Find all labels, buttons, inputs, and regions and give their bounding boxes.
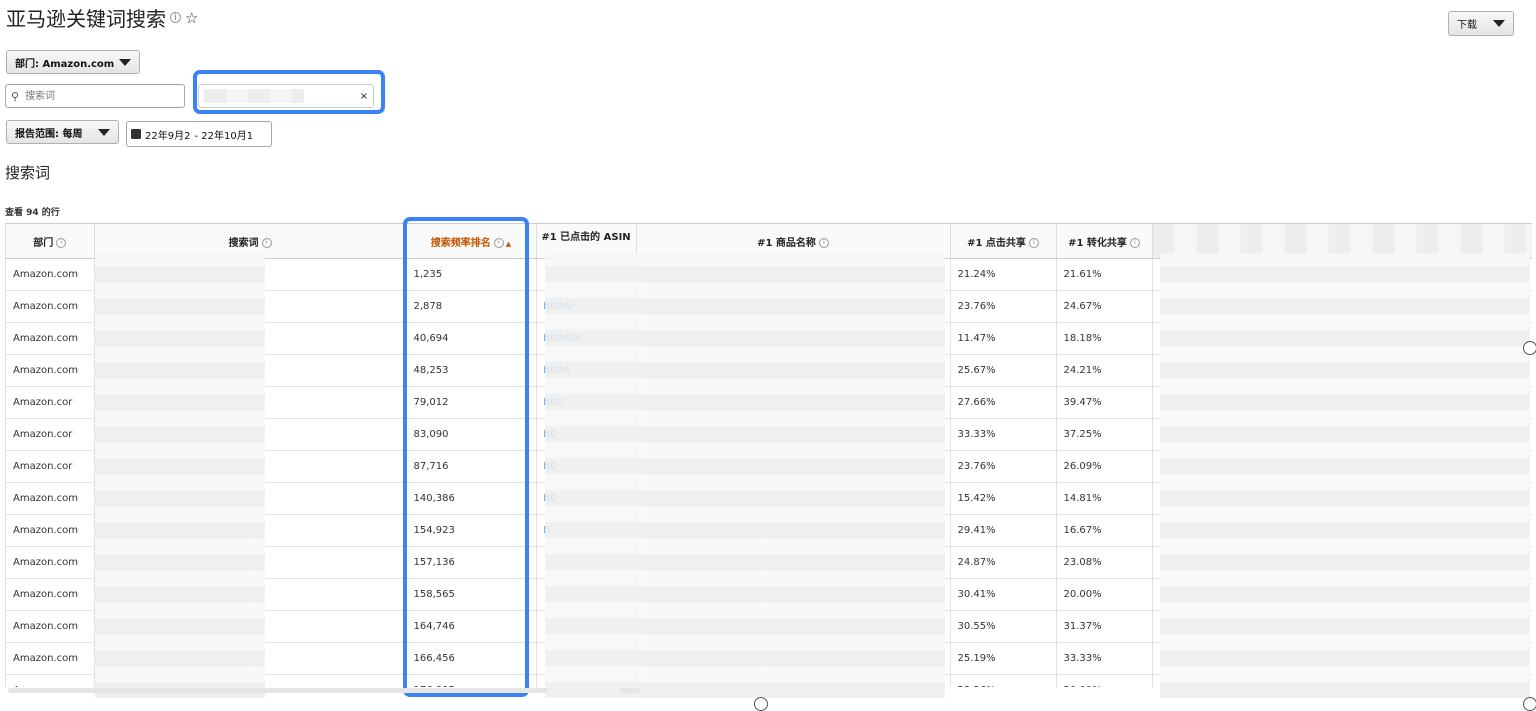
department-cell: Amazon.cor: [6, 386, 95, 419]
department-cell: Amazon.com: [6, 514, 95, 547]
click-share-cell: 23.76%: [950, 290, 1057, 323]
department-cell: Amazon.com: [6, 578, 95, 611]
click-share-cell: 24.87%: [950, 546, 1057, 579]
department-cell: Amazon.com: [6, 258, 95, 291]
keyword-input[interactable]: ×: [198, 84, 374, 108]
date-to: - 22年10月1: [194, 130, 254, 142]
info-icon: i: [818, 237, 829, 248]
scrollbar-segment[interactable]: [620, 688, 640, 693]
section-title: 搜索词: [5, 164, 51, 182]
redacted-product-names: [645, 253, 945, 698]
click-share-cell: 33.33%: [950, 418, 1057, 451]
search-input-box[interactable]: ⚲: [5, 84, 185, 108]
chevron-down-icon: [98, 128, 110, 136]
info-icon: i: [1129, 237, 1140, 248]
redacted-asins: [545, 253, 645, 698]
conversion-share-cell: 33.33%: [1056, 642, 1153, 675]
report-range-dropdown[interactable]: 报告范围: 每周: [6, 120, 119, 144]
conversion-share-cell: 39.47%: [1056, 386, 1153, 419]
resize-handle-bottom[interactable]: [754, 697, 768, 711]
click-share-cell: 25.67%: [950, 354, 1057, 387]
click-share-cell: 15.42%: [950, 482, 1057, 515]
conversion-share-cell: 23.08%: [1056, 546, 1153, 579]
conversion-share-cell: 14.81%: [1056, 482, 1153, 515]
conversion-share-cell: 16.67%: [1056, 514, 1153, 547]
calendar-icon[interactable]: [131, 129, 141, 139]
date-from: 22年9月2: [145, 130, 191, 142]
conversion-share-cell: 31.37%: [1056, 610, 1153, 643]
department-cell: Amazon.com: [6, 642, 95, 675]
page-title: 亚马逊关键词搜索: [6, 7, 166, 31]
conversion-share-cell: 20.00%: [1056, 674, 1153, 687]
search-icon: ⚲: [11, 89, 20, 103]
conversion-share-cell: 37.25%: [1056, 418, 1153, 451]
click-share-cell: 23.76%: [950, 450, 1057, 483]
search-input[interactable]: [23, 89, 179, 103]
chevron-down-icon: [1493, 20, 1505, 27]
department-cell: Amazon.com: [6, 546, 95, 579]
redacted-columns: [1160, 253, 1530, 698]
click-share-cell: 30.41%: [950, 578, 1057, 611]
rank-column-highlight: [403, 217, 529, 697]
click-share-cell: 27.66%: [950, 386, 1057, 419]
conversion-share-cell: 26.09%: [1056, 450, 1153, 483]
header-department[interactable]: 部门 i: [6, 224, 95, 259]
conversion-share-cell: 21.61%: [1056, 258, 1153, 291]
date-range-picker[interactable]: 22年9月2 - 22年10月1: [126, 121, 272, 147]
click-share-cell: 25.19%: [950, 642, 1057, 675]
department-cell: Amazon.com: [6, 482, 95, 515]
conversion-share-cell: 20.00%: [1056, 578, 1153, 611]
department-cell: Amazon.cor: [6, 450, 95, 483]
info-icon: i: [261, 237, 272, 248]
click-share-cell: 11.47%: [950, 322, 1057, 355]
click-share-cell: 21.24%: [950, 258, 1057, 291]
click-share-cell: 23.26%: [950, 674, 1057, 687]
header-conversion-share[interactable]: #1 转化共享 i: [1056, 224, 1153, 259]
rows-count: 查看 94 的行: [5, 208, 60, 218]
conversion-share-cell: 18.18%: [1056, 322, 1153, 355]
star-icon[interactable]: ☆: [185, 9, 198, 27]
department-cell: Amazon.com: [6, 354, 95, 387]
header-click-share[interactable]: #1 点击共享 i: [950, 224, 1057, 259]
redacted-text: [204, 89, 304, 103]
page-title-row: 亚马逊关键词搜索 i ☆: [6, 3, 198, 32]
chevron-down-icon: [119, 58, 131, 66]
close-icon[interactable]: ×: [360, 91, 368, 102]
department-cell: Amazon.com: [6, 674, 95, 687]
resize-handle-right[interactable]: [1523, 341, 1536, 355]
conversion-share-cell: 24.67%: [1056, 290, 1153, 323]
department-cell: Amazon.com: [6, 290, 95, 323]
resize-handle-corner[interactable]: [1523, 697, 1536, 711]
click-share-cell: 29.41%: [950, 514, 1057, 547]
horizontal-scrollbar[interactable]: [8, 688, 548, 693]
department-cell: Amazon.cor: [6, 418, 95, 451]
department-cell: Amazon.com: [6, 610, 95, 643]
department-cell: Amazon.com: [6, 322, 95, 355]
download-button[interactable]: 下载: [1448, 11, 1514, 36]
click-share-cell: 30.55%: [950, 610, 1057, 643]
conversion-share-cell: 24.21%: [1056, 354, 1153, 387]
department-dropdown[interactable]: 部门: Amazon.com: [6, 50, 140, 74]
info-icon: i: [1028, 237, 1039, 248]
info-icon: i: [56, 237, 67, 248]
redacted-search-terms: [95, 253, 265, 698]
info-icon[interactable]: i: [170, 12, 181, 23]
